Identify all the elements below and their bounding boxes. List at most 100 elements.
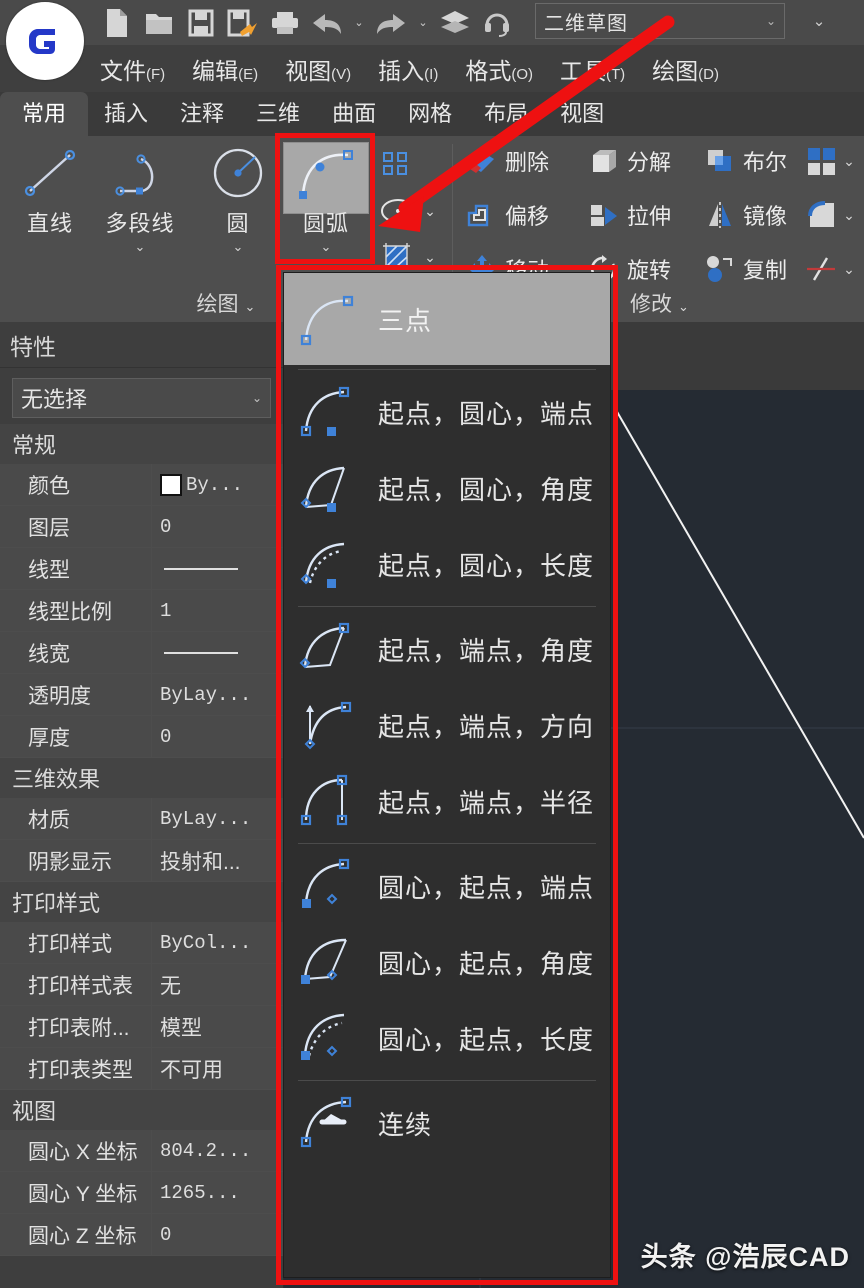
table-row[interactable]: 阴影显示 投射和... bbox=[0, 840, 283, 882]
tab-layout[interactable]: 布局 bbox=[468, 92, 544, 136]
open-file-icon[interactable] bbox=[142, 4, 176, 42]
draw-panel-caret-icon[interactable]: ⌄ bbox=[245, 299, 256, 314]
polyline-button[interactable]: 多段线 ⌄ bbox=[98, 142, 182, 255]
table-row[interactable]: 打印样式表 无 bbox=[0, 964, 283, 1006]
table-row[interactable]: 厚度 0 bbox=[0, 716, 283, 758]
tab-3d[interactable]: 三维 bbox=[240, 92, 316, 136]
property-value[interactable]: 无 bbox=[152, 964, 283, 1005]
menu-item-arc-start-center-angle[interactable]: 起点，圆心，角度 bbox=[284, 450, 610, 526]
chevron-down-icon[interactable]: ⌄ bbox=[252, 391, 262, 405]
save-as-icon[interactable] bbox=[226, 4, 260, 42]
explode-button[interactable]: 分解 bbox=[587, 144, 671, 178]
menu-item-arc-start-end-direction[interactable]: 起点，端点，方向 bbox=[284, 687, 610, 763]
tab-annotate[interactable]: 注释 bbox=[164, 92, 240, 136]
new-file-icon[interactable] bbox=[100, 4, 134, 42]
property-value[interactable]: 804.2... bbox=[152, 1130, 283, 1171]
fillet-button[interactable]: ⌄ bbox=[805, 198, 859, 232]
rectangle-array-button[interactable] bbox=[376, 142, 446, 188]
circle-caret-icon[interactable]: ⌄ bbox=[196, 239, 280, 255]
menu-item-tools[interactable]: 工具(T) bbox=[560, 52, 625, 86]
boolean-button[interactable]: 布尔 bbox=[703, 144, 787, 178]
menu-item-arc-start-center-end[interactable]: 起点，圆心，端点 bbox=[284, 374, 610, 450]
arc-dropdown-menu[interactable]: 三点 起点，圆心，端点 起点，圆心，角度 起点，圆心，长度 起点，端点，角度 起… bbox=[283, 272, 611, 1278]
support-icon[interactable] bbox=[480, 4, 514, 42]
property-value[interactable]: 0 bbox=[152, 1214, 283, 1255]
property-value[interactable]: ByLay... bbox=[152, 798, 283, 839]
workspace-selector[interactable]: 二维草图 ⌄ bbox=[535, 3, 785, 39]
tab-surface[interactable]: 曲面 bbox=[316, 92, 392, 136]
tab-home[interactable]: 常用 bbox=[0, 92, 89, 136]
menu-item-format[interactable]: 格式(O) bbox=[465, 52, 533, 86]
hatch-caret-icon[interactable]: ⌄ bbox=[420, 249, 440, 266]
property-group-header-3d-effects[interactable]: 三维效果 bbox=[0, 758, 283, 798]
menu-item-arc-3point[interactable]: 三点 bbox=[284, 273, 610, 365]
menu-item-insert[interactable]: 插入(I) bbox=[378, 52, 438, 86]
menu-item-arc-center-start-end[interactable]: 圆心，起点，端点 bbox=[284, 848, 610, 924]
table-row[interactable]: 打印样式 ByCol... bbox=[0, 922, 283, 964]
menu-item-arc-start-end-radius[interactable]: 起点，端点，半径 bbox=[284, 763, 610, 839]
save-icon[interactable] bbox=[184, 4, 218, 42]
fillet-caret-icon[interactable]: ⌄ bbox=[839, 207, 859, 224]
arc-button[interactable]: 圆弧 ⌄ bbox=[284, 142, 368, 255]
selection-dropdown[interactable]: 无选择 ⌄ bbox=[12, 378, 271, 418]
erase-button[interactable]: 删除 bbox=[465, 144, 549, 178]
redo-dropdown-caret-icon[interactable]: ⌄ bbox=[416, 4, 430, 42]
tab-mesh[interactable]: 网格 bbox=[392, 92, 468, 136]
property-value[interactable]: 不可用 bbox=[152, 1048, 283, 1089]
polyline-caret-icon[interactable]: ⌄ bbox=[98, 239, 182, 255]
chevron-down-icon[interactable]: ⌄ bbox=[766, 14, 776, 28]
menu-item-edit[interactable]: 编辑(E) bbox=[192, 52, 258, 86]
table-row[interactable]: 材质 ByLay... bbox=[0, 798, 283, 840]
table-row[interactable]: 透明度 ByLay... bbox=[0, 674, 283, 716]
menu-item-file[interactable]: 文件(F) bbox=[100, 52, 165, 86]
property-group-header-view[interactable]: 视图 bbox=[0, 1090, 283, 1130]
circle-button[interactable]: 圆 ⌄ bbox=[196, 142, 280, 255]
redo-icon[interactable] bbox=[374, 4, 408, 42]
qat-overflow-caret-icon[interactable]: ⌄ bbox=[805, 8, 833, 34]
table-row[interactable]: 圆心 Y 坐标 1265... bbox=[0, 1172, 283, 1214]
property-value[interactable]: 0 bbox=[152, 506, 283, 547]
menu-item-arc-center-start-length[interactable]: 圆心，起点，长度 bbox=[284, 1000, 610, 1076]
property-value[interactable]: 0 bbox=[152, 716, 283, 757]
line-button[interactable]: 直线 bbox=[8, 142, 92, 239]
property-value[interactable]: 模型 bbox=[152, 1006, 283, 1047]
property-value[interactable]: 1265... bbox=[152, 1172, 283, 1213]
property-value[interactable]: 投射和... bbox=[152, 840, 283, 881]
table-row[interactable]: 线型 bbox=[0, 548, 283, 590]
undo-dropdown-caret-icon[interactable]: ⌄ bbox=[352, 4, 366, 42]
trim-button[interactable]: ⌄ bbox=[805, 252, 859, 286]
property-group-header-plot-style[interactable]: 打印样式 bbox=[0, 882, 283, 922]
property-value[interactable]: 1 bbox=[152, 590, 283, 631]
table-row[interactable]: 打印表附... 模型 bbox=[0, 1006, 283, 1048]
offset-button[interactable]: 偏移 bbox=[465, 198, 549, 232]
menu-item-arc-start-center-length[interactable]: 起点，圆心，长度 bbox=[284, 526, 610, 602]
gstarcad-g-logo[interactable] bbox=[6, 2, 84, 80]
undo-icon[interactable] bbox=[310, 4, 344, 42]
property-value[interactable]: ByCol... bbox=[152, 922, 283, 963]
table-row[interactable]: 颜色 By... bbox=[0, 464, 283, 506]
property-value[interactable] bbox=[152, 548, 283, 589]
stretch-button[interactable]: 拉伸 bbox=[587, 198, 671, 232]
tab-view[interactable]: 视图 bbox=[544, 92, 620, 136]
table-row[interactable]: 线型比例 1 bbox=[0, 590, 283, 632]
table-row[interactable]: 圆心 Z 坐标 0 bbox=[0, 1214, 283, 1256]
table-row[interactable]: 图层 0 bbox=[0, 506, 283, 548]
menu-item-arc-start-end-angle[interactable]: 起点，端点，角度 bbox=[284, 611, 610, 687]
property-value[interactable]: ByLay... bbox=[152, 674, 283, 715]
arc-caret-icon[interactable]: ⌄ bbox=[284, 239, 368, 255]
array-caret-icon[interactable]: ⌄ bbox=[839, 153, 859, 170]
menu-item-view[interactable]: 视图(V) bbox=[285, 52, 351, 86]
table-row[interactable]: 线宽 bbox=[0, 632, 283, 674]
menu-item-draw[interactable]: 绘图(D) bbox=[652, 52, 719, 86]
table-row[interactable]: 打印表类型 不可用 bbox=[0, 1048, 283, 1090]
property-value[interactable]: By... bbox=[152, 464, 283, 505]
tab-insert[interactable]: 插入 bbox=[88, 92, 164, 136]
copy-button[interactable]: 复制 bbox=[703, 252, 787, 286]
menu-item-arc-center-start-angle[interactable]: 圆心，起点，角度 bbox=[284, 924, 610, 1000]
property-group-header-general[interactable]: 常规 bbox=[0, 424, 283, 464]
mirror-button[interactable]: 镜像 bbox=[703, 198, 787, 232]
ellipse-caret-icon[interactable]: ⌄ bbox=[420, 203, 440, 220]
print-icon[interactable] bbox=[268, 4, 302, 42]
table-row[interactable]: 圆心 X 坐标 804.2... bbox=[0, 1130, 283, 1172]
menu-item-arc-continue[interactable]: 连续 bbox=[284, 1085, 610, 1161]
